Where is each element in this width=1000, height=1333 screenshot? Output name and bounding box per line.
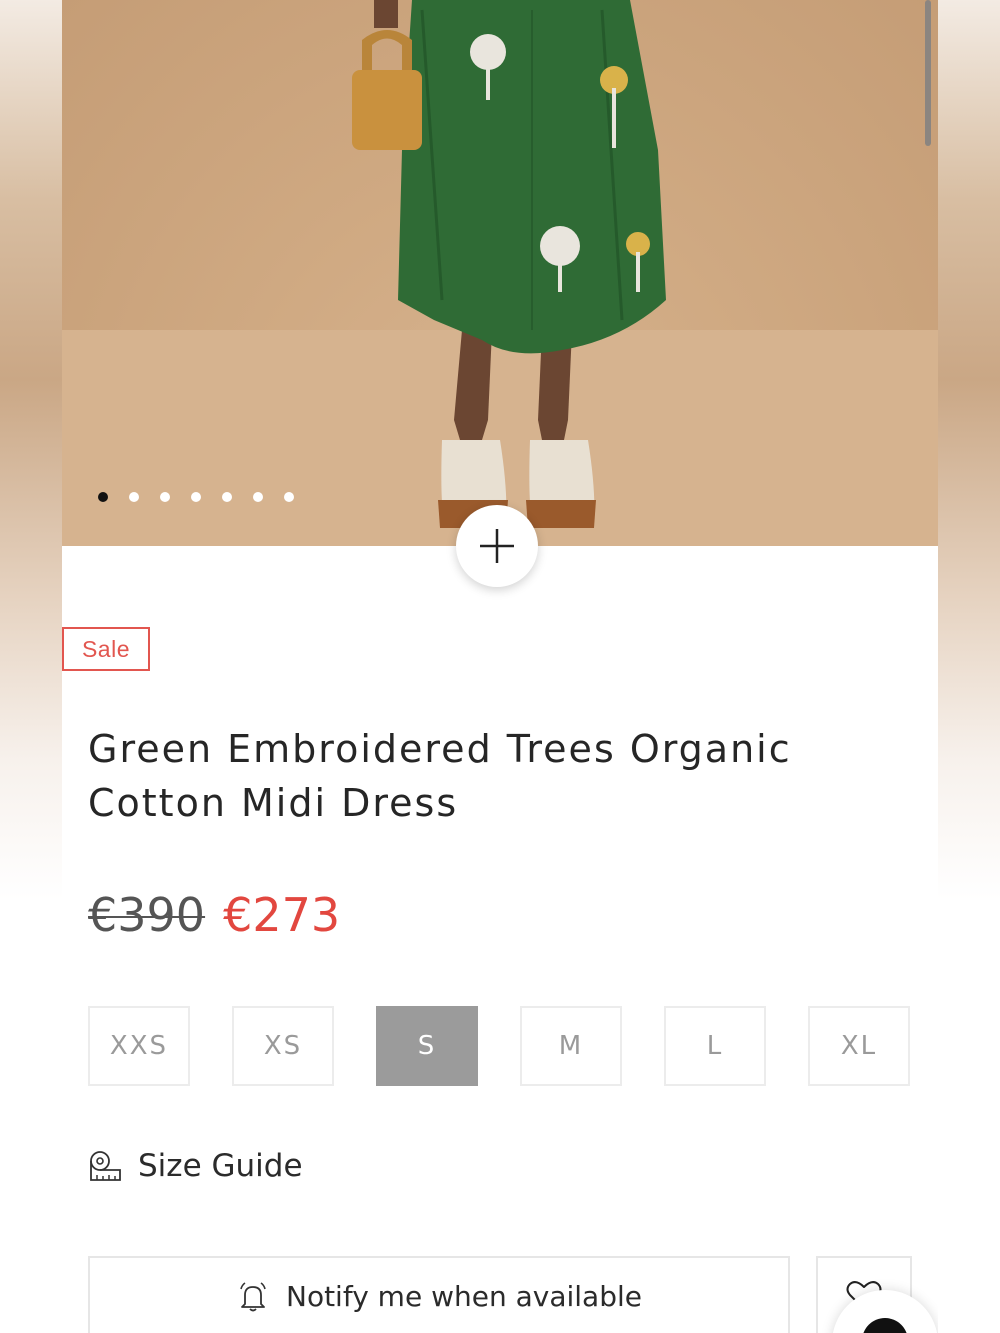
- size-option-xxs[interactable]: XXS: [88, 1006, 190, 1086]
- notify-me-label: Notify me when available: [286, 1280, 642, 1313]
- gallery-dot-7[interactable]: [284, 492, 294, 502]
- product-card: Sale Green Embroidered Trees Organic Cot…: [62, 0, 938, 1333]
- gallery-dot-6[interactable]: [253, 492, 263, 502]
- plus-icon: [480, 529, 514, 563]
- original-price: €390: [88, 888, 206, 942]
- background-right: [938, 0, 1000, 1333]
- chat-icon: [862, 1318, 908, 1333]
- size-option-l[interactable]: L: [664, 1006, 766, 1086]
- size-guide-label: Size Guide: [138, 1148, 303, 1184]
- gallery-dot-4[interactable]: [191, 492, 201, 502]
- sale-badge: Sale: [62, 627, 150, 671]
- gallery-dot-5[interactable]: [222, 492, 232, 502]
- scrollbar-thumb[interactable]: [925, 0, 931, 146]
- zoom-button[interactable]: [456, 505, 538, 587]
- product-title-line-2: Cotton Midi Dress: [88, 781, 459, 825]
- size-option-s[interactable]: S: [376, 1006, 478, 1086]
- notify-me-button[interactable]: Notify me when available: [88, 1256, 790, 1333]
- product-image-gallery[interactable]: [62, 0, 938, 546]
- gallery-dot-1[interactable]: [98, 492, 108, 502]
- gallery-dot-3[interactable]: [160, 492, 170, 502]
- product-title-line-1: Green Embroidered Trees Organic: [88, 727, 792, 771]
- bell-icon: [240, 1282, 266, 1312]
- background-left: [0, 0, 62, 1333]
- gallery-pagination: [98, 492, 294, 502]
- measuring-tape-icon: [90, 1151, 121, 1181]
- size-guide-link[interactable]: Size Guide: [88, 1148, 303, 1184]
- size-option-xl[interactable]: XL: [808, 1006, 910, 1086]
- sale-price: €273: [223, 888, 341, 942]
- price-block: €390 €273: [88, 888, 340, 942]
- product-photo: [62, 0, 938, 546]
- size-selector: XXS XS S M L XL: [88, 1006, 912, 1088]
- size-option-xs[interactable]: XS: [232, 1006, 334, 1086]
- gallery-dot-2[interactable]: [129, 492, 139, 502]
- size-option-m[interactable]: M: [520, 1006, 622, 1086]
- product-title: Green Embroidered Trees Organic Cotton M…: [88, 722, 908, 830]
